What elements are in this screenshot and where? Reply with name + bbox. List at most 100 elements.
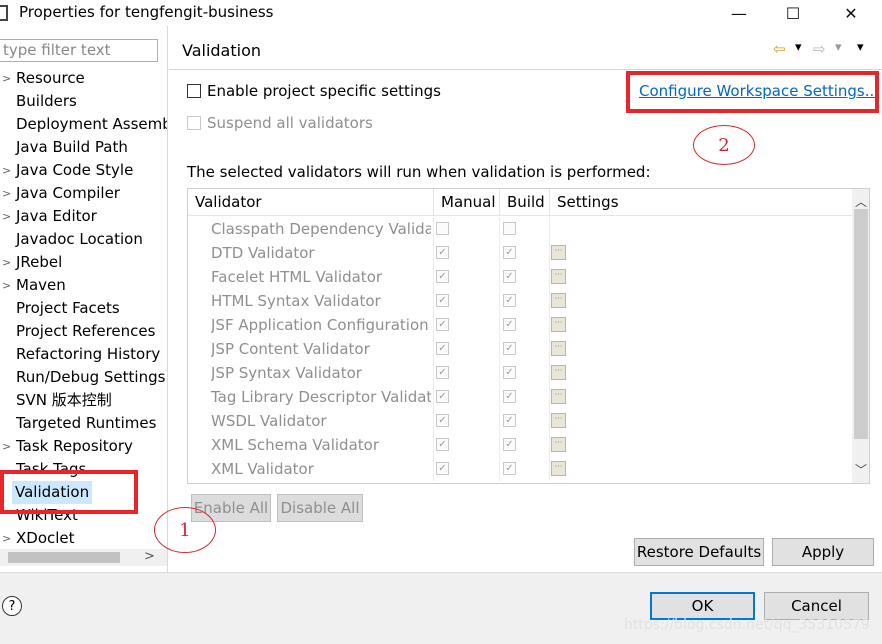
enable-project-specific-checkbox[interactable] xyxy=(187,84,201,98)
sidebar-item[interactable]: > JRebel xyxy=(0,251,167,274)
build-checkbox: ✓ xyxy=(503,390,516,403)
validator-name: JSF Application Configuration Validator xyxy=(211,316,431,334)
sidebar-item[interactable]: > Resource xyxy=(0,67,167,90)
validator-name: WSDL Validator xyxy=(211,412,327,430)
expand-chevron-icon[interactable]: > xyxy=(2,527,12,550)
app-icon xyxy=(0,5,8,21)
sidebar-item[interactable]: Javadoc Location xyxy=(0,228,167,251)
validator-name: XML Validator xyxy=(211,460,314,478)
back-menu-chevron-icon[interactable]: ▾ xyxy=(795,40,802,55)
sidebar-item[interactable]: Targeted Runtimes xyxy=(0,412,167,435)
restore-defaults-button[interactable]: Restore Defaults xyxy=(634,538,764,566)
apply-button[interactable]: Apply xyxy=(772,538,874,566)
validator-settings-button[interactable]: ··· xyxy=(551,413,566,428)
scroll-up-icon[interactable]: ︿ xyxy=(855,193,867,210)
build-checkbox: ✓ xyxy=(503,294,516,307)
validator-settings-button[interactable]: ··· xyxy=(551,269,566,284)
cancel-button[interactable]: Cancel xyxy=(764,592,869,620)
expand-chevron-icon[interactable]: > xyxy=(2,159,12,182)
sidebar-item[interactable]: Builders xyxy=(0,90,167,113)
scroll-down-icon[interactable]: ﹀ xyxy=(855,461,867,478)
validator-name: DTD Validator xyxy=(211,244,315,262)
sidebar-item-label: Targeted Runtimes xyxy=(16,414,157,432)
manual-checkbox: ✓ xyxy=(436,414,449,427)
forward-arrow-icon[interactable]: ⇨ xyxy=(813,40,826,58)
column-settings[interactable]: Settings xyxy=(550,189,630,216)
manual-checkbox: ✓ xyxy=(436,270,449,283)
expand-chevron-icon[interactable]: > xyxy=(2,67,12,90)
watermark: https://blog.csdn.net/qq_35310579 xyxy=(624,617,870,633)
maximize-button[interactable]: ☐ xyxy=(770,0,816,26)
sidebar-item[interactable]: > XDoclet xyxy=(0,527,167,550)
validator-name: HTML Syntax Validator xyxy=(211,292,381,310)
view-menu-icon[interactable]: ▾ xyxy=(857,40,864,55)
sidebar-item[interactable]: Project Facets xyxy=(0,297,167,320)
validator-settings-button[interactable]: ··· xyxy=(551,317,566,332)
sidebar-item-label: Java Compiler xyxy=(16,184,120,202)
scrollbar-thumb[interactable] xyxy=(8,552,120,563)
expand-chevron-icon[interactable]: > xyxy=(2,182,12,205)
sidebar-item[interactable]: Java Build Path xyxy=(0,136,167,159)
sidebar-item-label: Resource xyxy=(16,69,85,87)
sidebar-item-label: Refactoring History xyxy=(16,345,161,363)
page-title: Validation xyxy=(182,41,262,60)
sidebar-item[interactable]: > Java Code Style xyxy=(0,159,167,182)
filter-input[interactable]: type filter text xyxy=(0,39,158,62)
scrollbar-thumb[interactable] xyxy=(854,209,868,439)
column-manual[interactable]: Manual xyxy=(434,189,500,216)
validator-settings-button[interactable]: ··· xyxy=(551,245,566,260)
validator-settings-button[interactable]: ··· xyxy=(551,389,566,404)
sidebar-item[interactable]: > Java Compiler xyxy=(0,182,167,205)
build-checkbox: ✓ xyxy=(503,318,516,331)
column-validator[interactable]: Validator xyxy=(188,189,434,216)
scroll-right-icon[interactable]: > xyxy=(144,549,155,564)
sidebar-item[interactable]: > Maven xyxy=(0,274,167,297)
validator-settings-button[interactable]: ··· xyxy=(551,341,566,356)
build-checkbox: ✓ xyxy=(503,366,516,379)
manual-checkbox: ✓ xyxy=(436,318,449,331)
close-button[interactable]: ✕ xyxy=(828,0,874,26)
manual-checkbox: ✓ xyxy=(436,366,449,379)
table-row: JSF Application Configuration Validator ✓… xyxy=(188,313,852,337)
expand-chevron-icon[interactable]: > xyxy=(2,205,12,228)
sidebar-item-label: Java Build Path xyxy=(16,138,128,156)
sidebar-item-label: Project Facets xyxy=(16,299,120,317)
sidebar-horizontal-scrollbar[interactable]: > xyxy=(0,549,167,566)
enable-project-specific-row[interactable]: Enable project specific settings xyxy=(187,80,441,102)
table-body: Classpath Dependency Validator DTD Valida… xyxy=(188,217,852,481)
sidebar-item-label: Project References xyxy=(16,322,156,340)
suspend-all-checkbox xyxy=(187,116,201,130)
sidebar-item[interactable]: > Task Repository xyxy=(0,435,167,458)
sidebar-item[interactable]: Refactoring History xyxy=(0,343,167,366)
expand-chevron-icon[interactable]: > xyxy=(2,435,12,458)
sidebar-item[interactable]: Deployment Assembly xyxy=(0,113,168,136)
help-icon[interactable]: ? xyxy=(2,596,22,616)
sidebar-item-label: XDoclet xyxy=(16,529,75,547)
table-row: XML Schema Validator ✓ ✓ ··· xyxy=(188,433,852,457)
manual-checkbox: ✓ xyxy=(436,342,449,355)
table-vertical-scrollbar[interactable]: ︿ ﹀ xyxy=(852,189,869,483)
validator-settings-button[interactable]: ··· xyxy=(551,461,566,476)
expand-chevron-icon[interactable]: > xyxy=(2,274,12,297)
validator-settings-button[interactable]: ··· xyxy=(551,365,566,380)
validator-name: Tag Library Descriptor Validator xyxy=(211,388,431,406)
back-arrow-icon[interactable]: ⇦ xyxy=(773,40,786,58)
ok-button[interactable]: OK xyxy=(650,592,755,620)
sidebar-item-label: Run/Debug Settings xyxy=(16,368,166,386)
validators-table: Validator Manual Build Settings Classpat… xyxy=(187,188,870,484)
column-build[interactable]: Build xyxy=(500,189,550,216)
sidebar-item-label: Deployment Assembly xyxy=(16,115,168,133)
minimize-button[interactable]: — xyxy=(716,0,762,26)
build-checkbox: ✓ xyxy=(503,414,516,427)
table-row: DTD Validator ✓ ✓ ··· xyxy=(188,241,852,265)
sidebar-item[interactable]: SVN 版本控制 xyxy=(0,389,167,412)
validator-settings-button[interactable]: ··· xyxy=(551,293,566,308)
expand-chevron-icon[interactable]: > xyxy=(2,251,12,274)
sidebar-item[interactable]: Project References xyxy=(0,320,167,343)
validator-name: JSP Content Validator xyxy=(211,340,370,358)
build-checkbox xyxy=(503,222,516,235)
sidebar-item[interactable]: Run/Debug Settings xyxy=(0,366,167,389)
validator-settings-button[interactable]: ··· xyxy=(551,437,566,452)
sidebar-item[interactable]: > Java Editor xyxy=(0,205,167,228)
forward-menu-chevron-icon[interactable]: ▾ xyxy=(835,40,842,55)
